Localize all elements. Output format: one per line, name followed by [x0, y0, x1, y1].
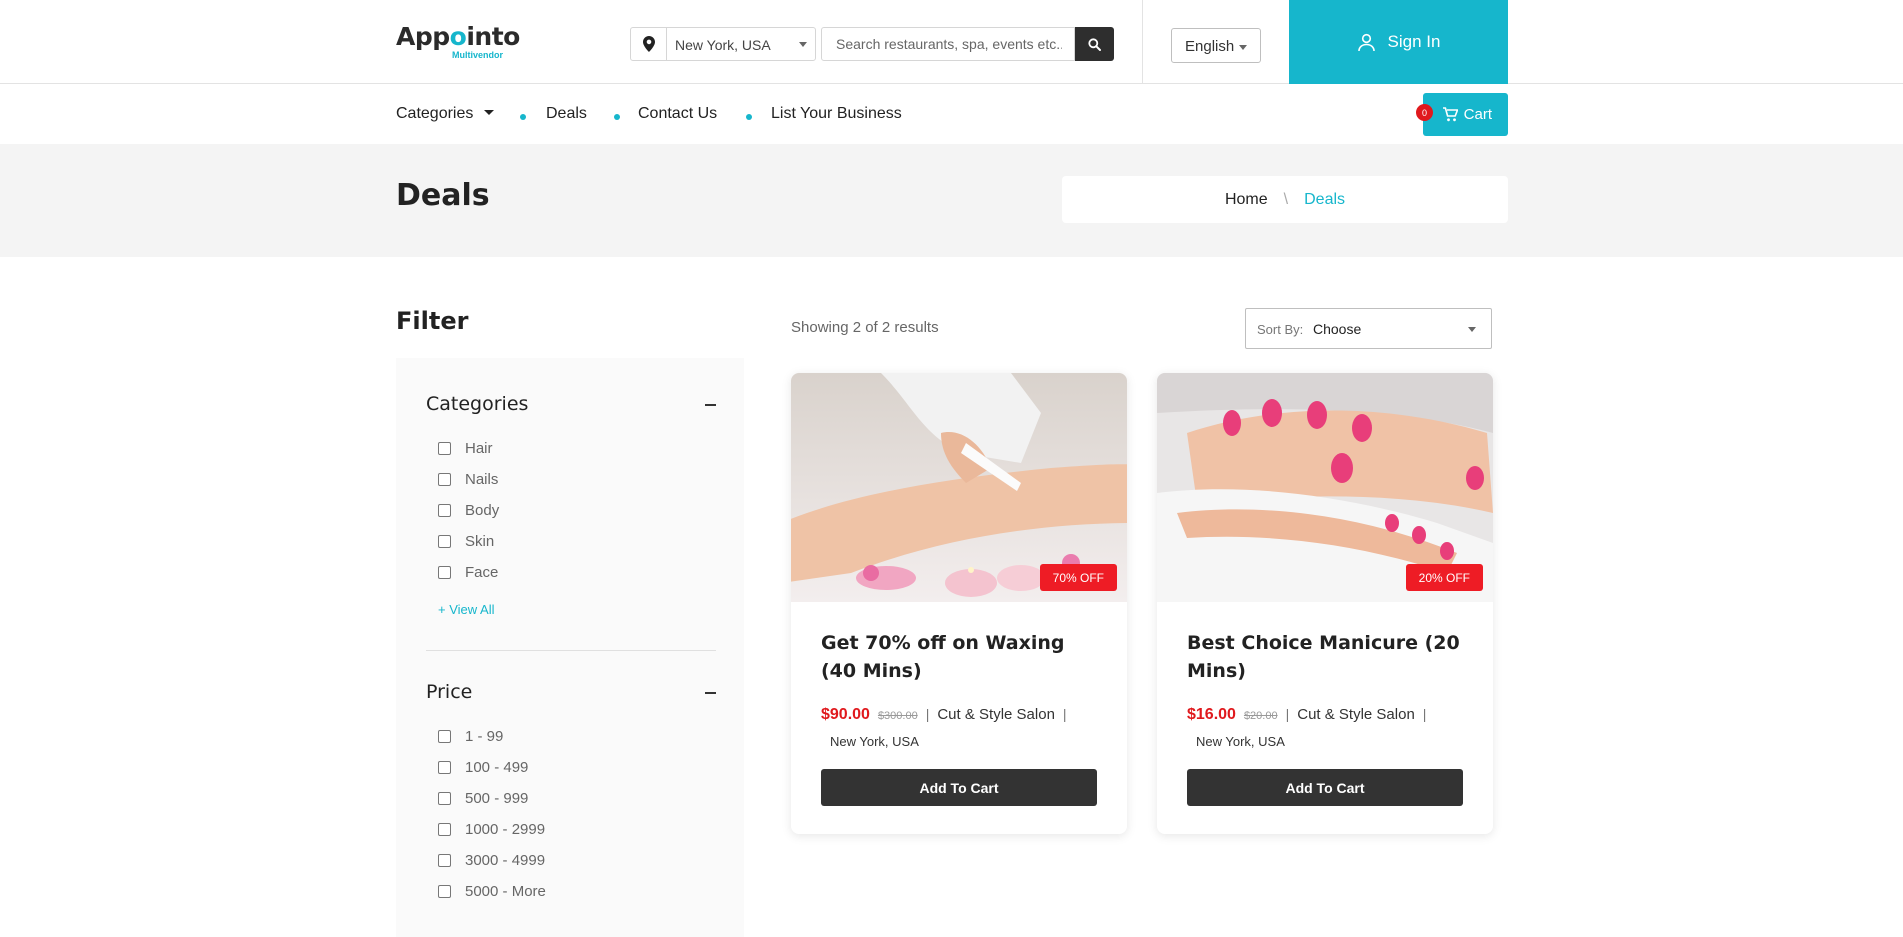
collapse-minus-icon[interactable] [705, 692, 716, 694]
cart-button[interactable]: Cart [1423, 93, 1508, 136]
checkbox[interactable] [438, 730, 451, 743]
add-to-cart-button[interactable]: Add To Cart [1187, 769, 1463, 806]
chevron-down-icon [1239, 45, 1247, 50]
add-to-cart-button[interactable]: Add To Cart [821, 769, 1097, 806]
cart-count-badge: 0 [1416, 104, 1433, 121]
nav-item-contact-us[interactable]: Contact Us [638, 105, 717, 123]
map-pin-icon [631, 28, 667, 60]
breadcrumb-current: Deals [1304, 190, 1346, 208]
deal-city: New York, USA [830, 734, 919, 749]
filter-price-option[interactable]: 5000 - More [438, 883, 546, 900]
filter-price-option[interactable]: 100 - 499 [438, 759, 528, 776]
location-value: New York, USA [675, 37, 771, 53]
page-title: Deals [396, 178, 490, 213]
breadcrumb-separator: \ [1283, 190, 1289, 208]
checkbox[interactable] [438, 504, 451, 517]
deal-old-price: $300.00 [877, 710, 918, 722]
filter-option-nails[interactable]: Nails [438, 471, 498, 488]
language-select[interactable]: English [1171, 28, 1261, 63]
chevron-down-icon [799, 42, 807, 47]
deal-price: $16.00 [1187, 706, 1236, 723]
deal-salon[interactable]: Cut & Style Salon [937, 706, 1055, 723]
filter-divider [426, 650, 716, 651]
deal-city: New York, USA [1196, 734, 1285, 749]
deal-title[interactable]: Best Choice Manicure (20 Mins) [1187, 629, 1467, 685]
cart-icon [1442, 107, 1458, 122]
sort-label: Sort By: [1257, 322, 1304, 337]
checkbox[interactable] [438, 473, 451, 486]
nav-separator-dot [614, 114, 620, 120]
filter-panel: Categories Hair Nails Body Skin Face + V… [396, 358, 744, 937]
language-value: English [1185, 38, 1235, 55]
deal-price: $90.00 [821, 706, 870, 723]
nav-item-categories[interactable]: Categories [396, 105, 494, 123]
deal-card[interactable]: 70% OFF Get 70% off on Waxing (40 Mins) … [791, 373, 1127, 834]
filter-price-title: Price [426, 681, 473, 703]
nav-separator-dot [746, 114, 752, 120]
filter-categories-title: Categories [426, 393, 529, 415]
cart-label: Cart [1463, 106, 1492, 123]
deal-title[interactable]: Get 70% off on Waxing (40 Mins) [821, 629, 1101, 685]
deal-old-price: $20.00 [1243, 710, 1278, 722]
user-icon [1357, 33, 1375, 51]
filter-option-face[interactable]: Face [438, 564, 498, 581]
sign-in-button[interactable]: Sign In [1289, 0, 1508, 84]
checkbox[interactable] [438, 761, 451, 774]
top-header: Appointo Multivendor New York, USA Engli… [0, 0, 1903, 84]
deal-card[interactable]: 20% OFF Best Choice Manicure (20 Mins) $… [1157, 373, 1493, 834]
search-button[interactable] [1075, 27, 1114, 61]
sort-select[interactable]: Sort By: Choose [1245, 308, 1492, 349]
page-header-band: Deals Home \ Deals [0, 144, 1903, 257]
checkbox[interactable] [438, 792, 451, 805]
nav-item-list-your-business[interactable]: List Your Business [771, 105, 902, 123]
filter-option-skin[interactable]: Skin [438, 533, 494, 550]
location-select[interactable]: New York, USA [630, 27, 816, 61]
checkbox[interactable] [438, 566, 451, 579]
deal-meta: $90.00 $300.00 | Cut & Style Salon | New Yor… [821, 701, 1111, 753]
filter-price-option[interactable]: 1000 - 2999 [438, 821, 545, 838]
sign-in-label: Sign In [1387, 32, 1441, 51]
search-input[interactable] [822, 28, 1062, 60]
breadcrumb: Home \ Deals [1062, 176, 1508, 223]
results-count: Showing 2 of 2 results [791, 319, 939, 336]
nav-item-deals[interactable]: Deals [546, 105, 587, 123]
sort-value: Choose [1313, 321, 1362, 337]
breadcrumb-home-link[interactable]: Home [1225, 191, 1268, 209]
view-all-categories-link[interactable]: + View All [438, 602, 495, 617]
chevron-down-icon [483, 110, 494, 115]
nav-separator-dot [520, 114, 526, 120]
logo[interactable]: Appointo Multivendor [396, 22, 520, 60]
checkbox[interactable] [438, 535, 451, 548]
logo-wordmark: Appointo [396, 22, 520, 51]
filter-price-option[interactable]: 1 - 99 [438, 728, 503, 745]
deal-salon[interactable]: Cut & Style Salon [1297, 706, 1415, 723]
checkbox[interactable] [438, 854, 451, 867]
search-field [821, 27, 1075, 61]
filter-option-hair[interactable]: Hair [438, 440, 493, 457]
filter-title: Filter [396, 307, 469, 335]
checkbox[interactable] [438, 442, 451, 455]
filter-price-option[interactable]: 500 - 999 [438, 790, 528, 807]
header-divider [1142, 0, 1143, 84]
checkbox[interactable] [438, 885, 451, 898]
discount-badge: 70% OFF [1039, 564, 1117, 591]
main-nav: Categories Deals Contact Us List Your Bu… [0, 84, 1903, 144]
filter-option-body[interactable]: Body [438, 502, 499, 519]
checkbox[interactable] [438, 823, 451, 836]
collapse-minus-icon[interactable] [705, 404, 716, 406]
chevron-down-icon [1468, 327, 1476, 332]
filter-price-option[interactable]: 3000 - 4999 [438, 852, 545, 869]
deal-meta: $16.00 $20.00 | Cut & Style Salon | New York… [1187, 701, 1477, 753]
logo-subtitle: Multivendor [452, 50, 503, 60]
discount-badge: 20% OFF [1405, 564, 1483, 591]
search-icon [1088, 37, 1101, 51]
